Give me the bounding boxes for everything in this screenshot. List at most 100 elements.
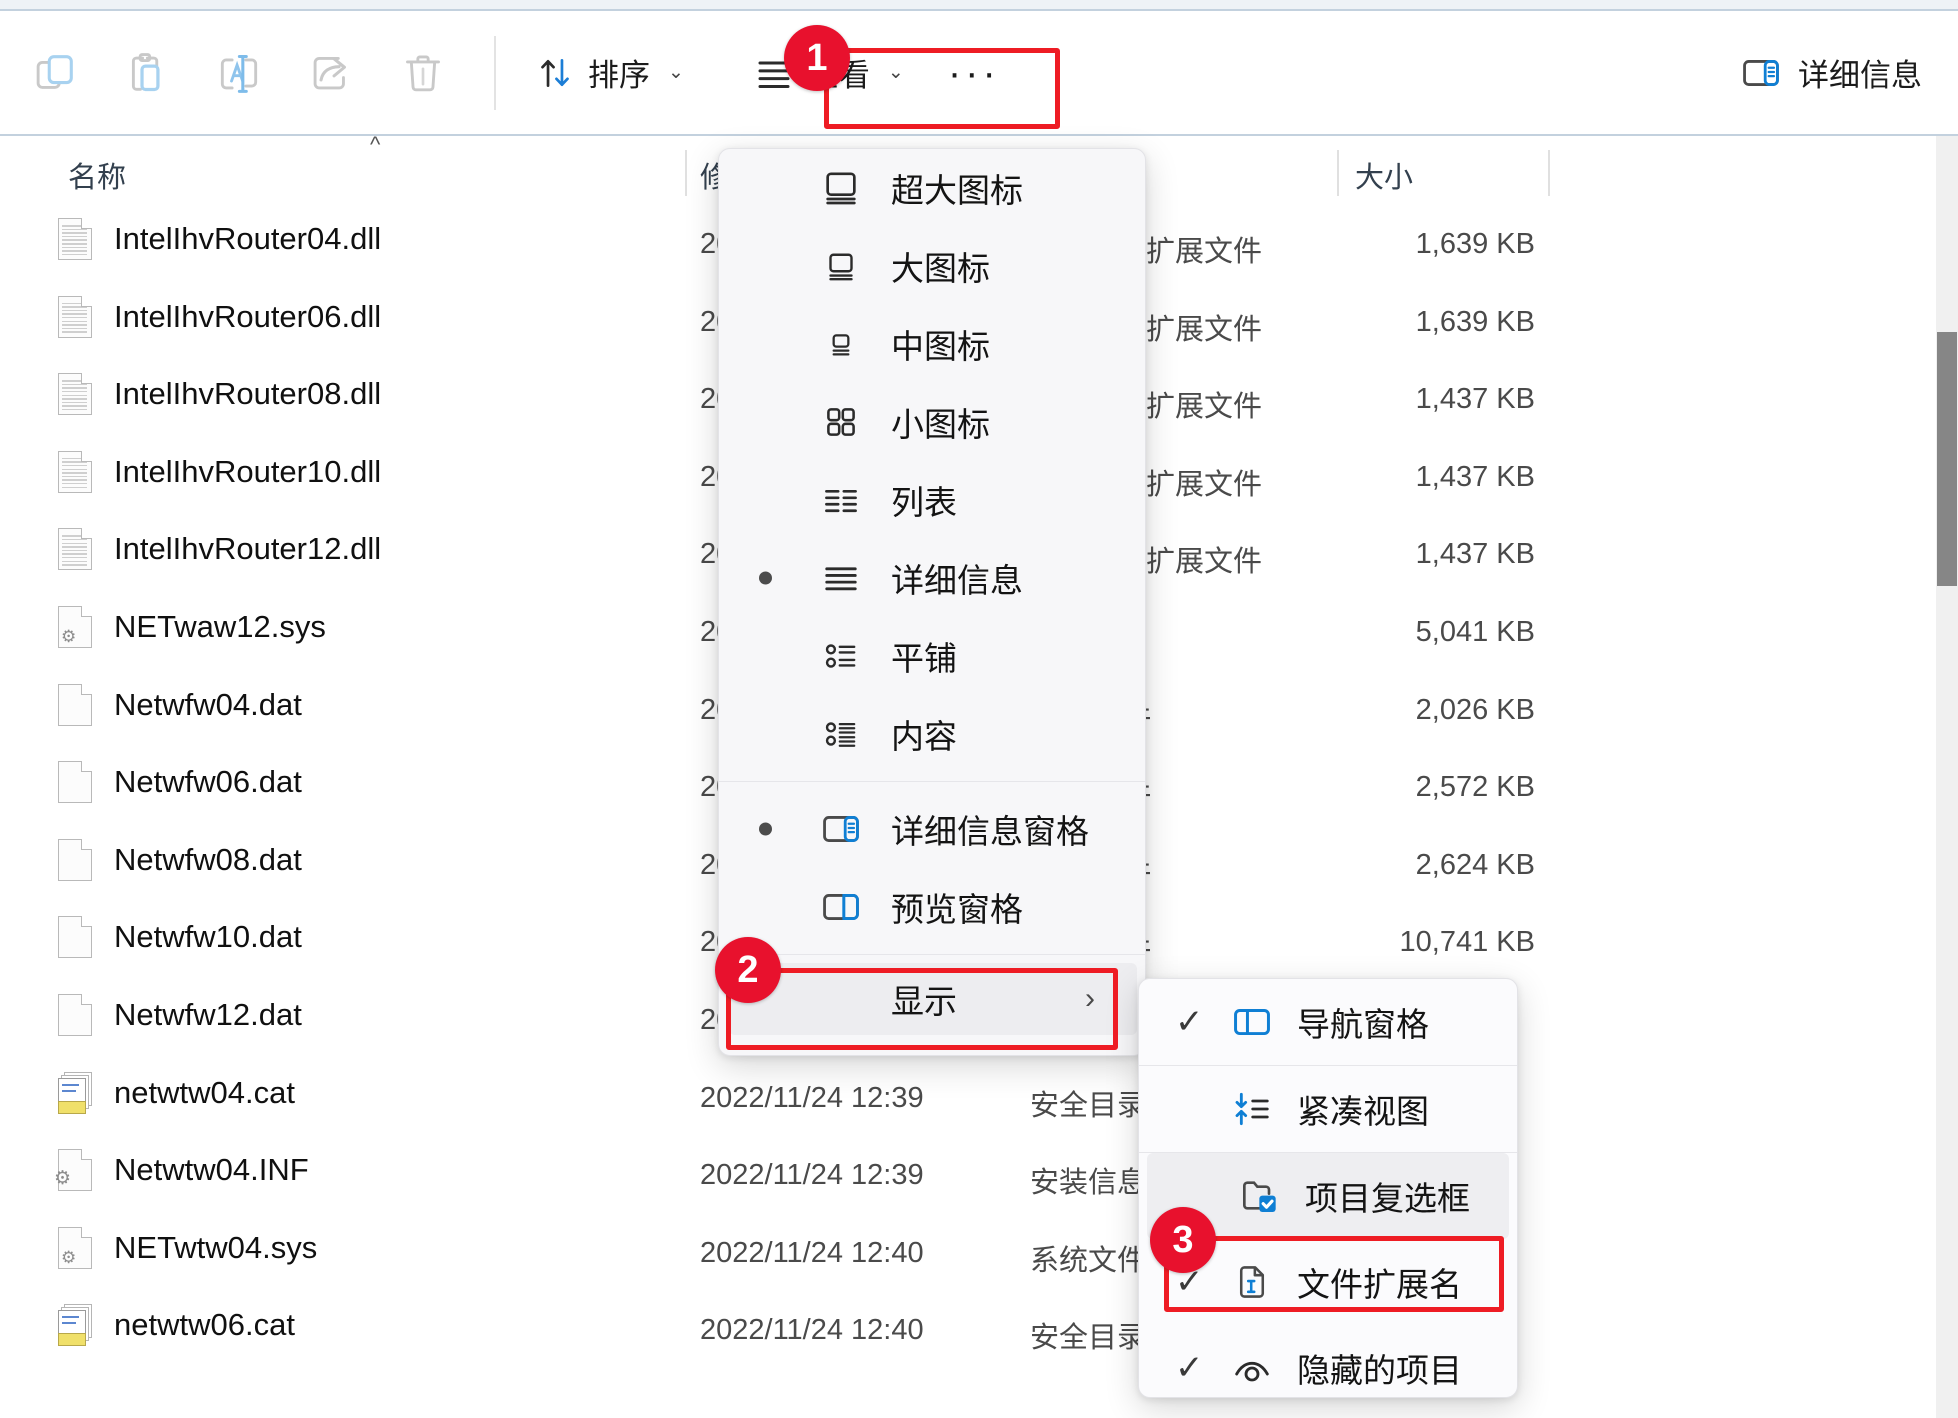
medium-icons-icon: [819, 322, 863, 366]
menu-item-mediums-icon[interactable]: 中图标: [719, 305, 1145, 383]
table-row[interactable]: netwtw04.cat 2022/11/24 12:39 安全目录: [0, 1060, 1958, 1138]
file-size-cell: 2,624 KB: [1250, 849, 1535, 882]
header-divider-4[interactable]: [1548, 150, 1550, 196]
navigation-pane-icon: [1231, 1001, 1273, 1043]
view-button-highlight: [824, 48, 1060, 129]
file-name-cell[interactable]: Netwfw10.dat: [58, 916, 302, 958]
column-header-name[interactable]: 名称: [68, 154, 126, 196]
submenu-item-compact-view[interactable]: 紧凑视图: [1139, 1066, 1517, 1152]
chevron-down-icon: ⌄: [668, 61, 684, 84]
menu-item-smalls-icon[interactable]: 小图标: [719, 383, 1145, 461]
menu-item-extra-larges-icon[interactable]: 超大图标: [719, 149, 1145, 227]
checkmark-icon: ✓: [1175, 1005, 1204, 1039]
menu-item-list[interactable]: 列表: [719, 461, 1145, 539]
menu-item-label: 小图标: [891, 398, 990, 446]
file-name-cell[interactable]: IntelIhvRouter08.dll: [58, 373, 381, 415]
file-name-label: IntelIhvRouter08.dll: [114, 376, 381, 412]
submenu-item-label: 项目复选框: [1305, 1172, 1470, 1220]
file-name-label: Netwfw06.dat: [114, 764, 302, 800]
file-name-label: Netwfw12.dat: [114, 997, 302, 1033]
compact-view-icon: [1231, 1088, 1273, 1130]
details-pane-button[interactable]: 详细信息: [1740, 50, 1922, 95]
file-name-cell[interactable]: ⚙ NETwtw04.sys: [58, 1227, 317, 1269]
sort-label: 排序: [588, 50, 650, 95]
content-icon: [819, 712, 863, 756]
rename-icon[interactable]: [202, 36, 276, 110]
table-row[interactable]: ⚙NETwtw04.sys2022/11/24 12:40系统文件: [0, 1215, 1958, 1293]
sort-ascending-caret-icon: ^: [370, 132, 380, 158]
file-name-cell[interactable]: ⚙ Netwtw04.INF: [58, 1149, 309, 1191]
file-name-cell[interactable]: IntelIhvRouter06.dll: [58, 296, 381, 338]
menu-item-details-pane[interactable]: 详细信息窗格: [719, 790, 1145, 868]
file-date-cell: 2022/11/24 12:39: [700, 1082, 924, 1115]
file-name-cell[interactable]: Netwfw12.dat: [58, 994, 302, 1036]
copy-icon[interactable]: [18, 36, 92, 110]
file-type-cell: 安全目录: [1030, 1314, 1146, 1356]
file-name-cell[interactable]: IntelIhvRouter12.dll: [58, 528, 381, 570]
file-name-cell[interactable]: netwtw06.cat: [58, 1304, 295, 1346]
file-size-cell: 1,437 KB: [1250, 461, 1535, 494]
dll-file-icon: [58, 528, 92, 570]
dat-file-icon: [58, 684, 92, 726]
details-icon: [819, 556, 863, 600]
checkmark-icon: ✓: [1175, 1351, 1204, 1385]
file-type-cell: 系统文件: [1030, 1237, 1146, 1279]
selected-bullet-icon: [759, 572, 772, 585]
file-name-cell[interactable]: IntelIhvRouter04.dll: [58, 218, 381, 260]
dll-file-icon: [58, 373, 92, 415]
file-size-cell: 10,741 KB: [1250, 926, 1535, 959]
details-pane-label: 详细信息: [1798, 50, 1922, 95]
submenu-item-label: 导航窗格: [1297, 998, 1429, 1046]
header-divider-1[interactable]: [685, 150, 687, 196]
table-row[interactable]: netwtw06.cat 2022/11/24 12:40 安全目录: [0, 1292, 1958, 1370]
step-badge-2: 2: [715, 937, 781, 1003]
submenu-item-navigation-pane[interactable]: ✓ 导航窗格: [1139, 979, 1517, 1065]
file-name-label: IntelIhvRouter12.dll: [114, 531, 381, 567]
dat-file-icon: [58, 839, 92, 881]
file-type-cell: 安全目录: [1030, 1082, 1146, 1124]
menu-item-larges-icon[interactable]: 大图标: [719, 227, 1145, 305]
show-item-highlight: [726, 968, 1118, 1050]
file-name-label: Netwtw04.INF: [114, 1152, 309, 1188]
menu-item-preview-pane[interactable]: 预览窗格: [719, 868, 1145, 946]
paste-icon[interactable]: [110, 36, 184, 110]
file-name-cell[interactable]: Netwfw04.dat: [58, 684, 302, 726]
file-name-cell[interactable]: IntelIhvRouter10.dll: [58, 451, 381, 493]
header-divider-3[interactable]: [1337, 150, 1339, 196]
menu-item-label: 内容: [891, 710, 957, 758]
file-name-label: NETwtw04.sys: [114, 1230, 317, 1266]
file-name-label: IntelIhvRouter04.dll: [114, 221, 381, 257]
file-date-cell: 2022/11/24 12:40: [700, 1314, 924, 1347]
step-badge-3: 3: [1150, 1207, 1216, 1273]
item-checkboxes-icon: [1239, 1175, 1281, 1217]
menu-item-details[interactable]: 详细信息: [719, 539, 1145, 617]
file-name-label: Netwfw08.dat: [114, 842, 302, 878]
file-date-cell: 2022/11/24 12:39: [700, 1159, 924, 1192]
menu-item-label: 中图标: [891, 320, 990, 368]
vertical-scrollbar-track[interactable]: [1936, 136, 1958, 1418]
vertical-scrollbar-thumb[interactable]: [1937, 332, 1957, 586]
file-size-cell: 2,572 KB: [1250, 771, 1535, 804]
table-row[interactable]: ⚙Netwtw04.INF2022/11/24 12:39安装信息: [0, 1137, 1958, 1215]
file-name-cell[interactable]: ⚙NETwaw12.sys: [58, 606, 326, 648]
file-name-label: netwtw04.cat: [114, 1075, 295, 1111]
sort-button[interactable]: 排序 ⌄: [518, 36, 702, 110]
submenu-item-hidden-items[interactable]: ✓隐藏的项目: [1139, 1325, 1517, 1398]
inf-file-icon: ⚙: [58, 1149, 92, 1191]
view-dropdown-menu: 超大图标大图标中图标小图标列表详细信息平铺内容详细信息窗格预览窗格显示›: [718, 148, 1146, 1056]
file-name-label: Netwfw10.dat: [114, 919, 302, 955]
menu-item-label: 大图标: [891, 242, 990, 290]
share-icon[interactable]: [294, 36, 368, 110]
file-name-cell[interactable]: netwtw04.cat: [58, 1072, 295, 1114]
column-header-size[interactable]: 大小: [1355, 154, 1413, 196]
menu-item-label: 详细信息窗格: [891, 805, 1089, 853]
file-name-cell[interactable]: Netwfw06.dat: [58, 761, 302, 803]
menu-item-tiles[interactable]: 平铺: [719, 617, 1145, 695]
menu-item-content[interactable]: 内容: [719, 695, 1145, 773]
file-name-cell[interactable]: Netwfw08.dat: [58, 839, 302, 881]
sys-file-icon: ⚙: [58, 1227, 92, 1269]
file-size-cell: 1,639 KB: [1250, 228, 1535, 261]
step-badge-1: 1: [784, 25, 850, 91]
delete-icon[interactable]: [386, 36, 460, 110]
file-name-label: netwtw06.cat: [114, 1307, 295, 1343]
